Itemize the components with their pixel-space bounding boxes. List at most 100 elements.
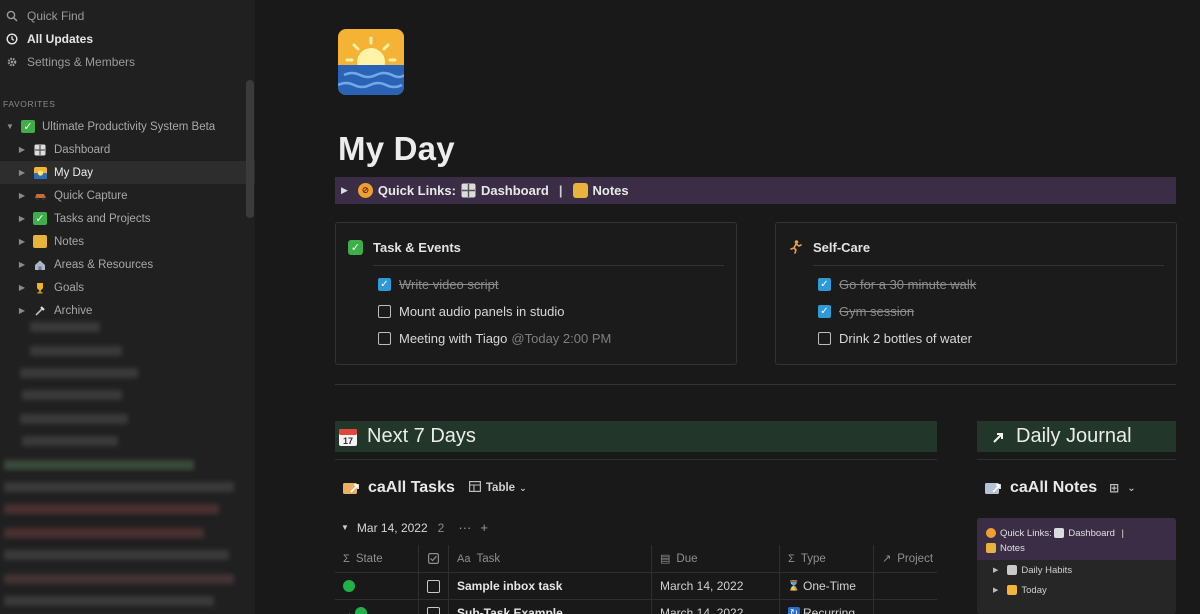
sidebar-item-label: Archive [54,304,93,317]
sidebar-item-ultimate-productivity-system[interactable]: ▼ ✓ Ultimate Productivity System Beta [0,115,255,138]
sunrise-icon [33,166,47,179]
column-header-task[interactable]: Aa Task [449,545,652,572]
preview-item-daily-habits[interactable]: ▶ Daily Habits [977,560,1176,580]
all-tasks-database-title[interactable]: caAll Tasks Table ⌄ [343,479,527,497]
type-cell[interactable]: ↻ Recurring [780,600,874,614]
sidebar-item-quick-capture[interactable]: ▶ Quick Capture [0,184,255,207]
quick-link-notes[interactable]: Notes [593,183,629,198]
done-checkbox[interactable] [427,606,440,614]
sidebar-item-dashboard[interactable]: ▶ Dashboard [0,138,255,161]
sidebar: Quick Find All Updates Settings & Member… [0,0,255,614]
date-group-header[interactable]: ▼ Mar 14, 2022 2 ··· + [341,520,488,535]
column-header-due[interactable]: ▤ Due [652,545,780,572]
sunrise-over-water-icon[interactable] [338,29,404,95]
expand-toggle-icon[interactable]: ▶ [17,168,27,177]
project-cell[interactable] [874,600,937,614]
column-label: Task [476,552,501,565]
toggle-triangle-icon[interactable]: ▶ [993,586,998,594]
add-icon[interactable]: + [480,520,488,535]
chevron-down-icon: ⌄ [519,482,527,493]
next-7-days-heading[interactable]: 17 Next 7 Days [335,421,937,452]
todo-checkbox[interactable]: ✓ [818,278,831,291]
journal-page-preview-card[interactable]: Quick Links: Dashboard | Notes ▶ Daily H… [977,518,1176,614]
sidebar-item-tasks-and-projects[interactable]: ▶ ✓ Tasks and Projects [0,207,255,230]
due-cell[interactable]: March 14, 2022 [652,600,780,614]
all-notes-database-title[interactable]: caAll Notes ⊞ ⌄ [985,479,1136,497]
sidebar-item-my-day[interactable]: ▶ My Day [0,161,255,184]
todo-text[interactable]: Meeting with Tiago [399,331,507,346]
todo-text[interactable]: Gym session [839,304,914,319]
preview-ql-separator: | [1121,528,1124,539]
todo-text[interactable]: Drink 2 bottles of water [839,331,972,346]
column-header-checkbox[interactable] [419,545,449,572]
checkbox-emoji-icon: ✓ [21,120,35,133]
column-header-state[interactable]: Σ State [335,545,419,572]
done-checkbox[interactable] [427,579,440,593]
sidebar-item-notes[interactable]: ▶ Notes [0,230,255,253]
todo-checkbox[interactable] [818,332,831,345]
todo-item[interactable]: ✓ Go for a 30 minute walk [776,271,1176,298]
table-view-switcher[interactable]: Table ⌄ [468,481,527,495]
todo-text[interactable]: Go for a 30 minute walk [839,277,976,292]
text-property-icon: Aa [457,552,471,565]
project-cell[interactable] [874,573,937,599]
expand-toggle-icon[interactable]: ▼ [5,122,15,131]
expand-toggle-icon[interactable]: ▶ [17,214,27,223]
task-cell[interactable]: Sub-Task Example [449,600,652,614]
expand-toggle-icon[interactable]: ▶ [17,237,27,246]
type-cell[interactable]: ⌛ One-Time [780,573,874,599]
preview-ql-dashboard[interactable]: Dashboard [1068,528,1114,539]
collapse-triangle-icon[interactable]: ▼ [341,523,349,532]
sidebar-item-label: Goals [54,281,85,294]
sidebar-item-goals[interactable]: ▶ Goals [0,276,255,299]
chevron-down-icon[interactable]: ⌄ [1127,483,1135,494]
todo-item[interactable]: Meeting with Tiago @Today 2:00 PM [336,325,736,352]
toggle-triangle-icon[interactable]: ▶ [993,566,998,574]
quick-link-dashboard[interactable]: Dashboard [481,183,549,198]
todo-checkbox[interactable]: ✓ [818,305,831,318]
all-updates-item[interactable]: All Updates [0,27,255,50]
date-mention[interactable]: @Today 2:00 PM [511,331,611,346]
more-options-icon[interactable]: ··· [458,520,471,535]
preview-ql-notes[interactable]: Notes [1000,543,1025,554]
card-title: Task & Events [373,239,461,255]
todo-checkbox[interactable]: ✓ [378,278,391,291]
todo-text[interactable]: Write video script [399,277,498,292]
sidebar-scrollbar[interactable] [246,80,254,218]
page-title[interactable]: My Day [338,130,455,168]
expand-toggle-icon[interactable]: ▶ [17,145,27,154]
done-checkbox-cell[interactable] [419,600,449,614]
sidebar-item-label: Ultimate Productivity System Beta [42,120,216,133]
expand-toggle-icon[interactable]: ▶ [17,260,27,269]
state-cell: → [335,600,419,614]
gallery-view-icon[interactable]: ⊞ [1109,481,1119,495]
column-header-type[interactable]: Σ Type [780,545,874,572]
table-row[interactable]: Sample inbox task March 14, 2022 ⌛ One-Ti… [335,572,937,599]
expand-toggle-icon[interactable]: ▶ [17,306,27,315]
todo-item[interactable]: ✓ Write video script [336,271,736,298]
todo-item[interactable]: Mount audio panels in studio [336,298,736,325]
todo-text[interactable]: Mount audio panels in studio [399,304,565,319]
done-checkbox-cell[interactable] [419,573,449,599]
settings-members-item[interactable]: Settings & Members [0,50,255,73]
todo-item[interactable]: Drink 2 bottles of water [776,325,1176,352]
todo-checkbox[interactable] [378,305,391,318]
todo-checkbox[interactable] [378,332,391,345]
table-row[interactable]: → Sub-Task Example March 14, 2022 ↻ Recur… [335,599,937,614]
sidebar-item-label: Notes [54,235,85,248]
due-cell[interactable]: March 14, 2022 [652,573,780,599]
expand-toggle-icon[interactable]: ▶ [17,283,27,292]
state-dot [343,580,355,592]
quick-links-toggle[interactable]: ▶ ⊘ Quick Links: Dashboard | Notes [335,177,1176,204]
tasks-table: Σ State Aa Task ▤ Due Σ Type ↗ Project Sample… [335,545,937,614]
expand-toggle-icon[interactable]: ▶ [17,191,27,200]
toggle-triangle-icon[interactable]: ▶ [341,185,348,196]
daily-journal-heading[interactable]: Daily Journal [977,421,1176,452]
task-cell[interactable]: Sample inbox task [449,573,652,599]
quick-find-item[interactable]: Quick Find [0,4,255,27]
relation-arrow-icon: ↗ [882,553,892,565]
column-header-project[interactable]: ↗ Project [874,545,937,572]
todo-item[interactable]: ✓ Gym session [776,298,1176,325]
sidebar-item-areas-resources[interactable]: ▶ Areas & Resources [0,253,255,276]
preview-item-today[interactable]: ▶ Today [977,580,1176,600]
